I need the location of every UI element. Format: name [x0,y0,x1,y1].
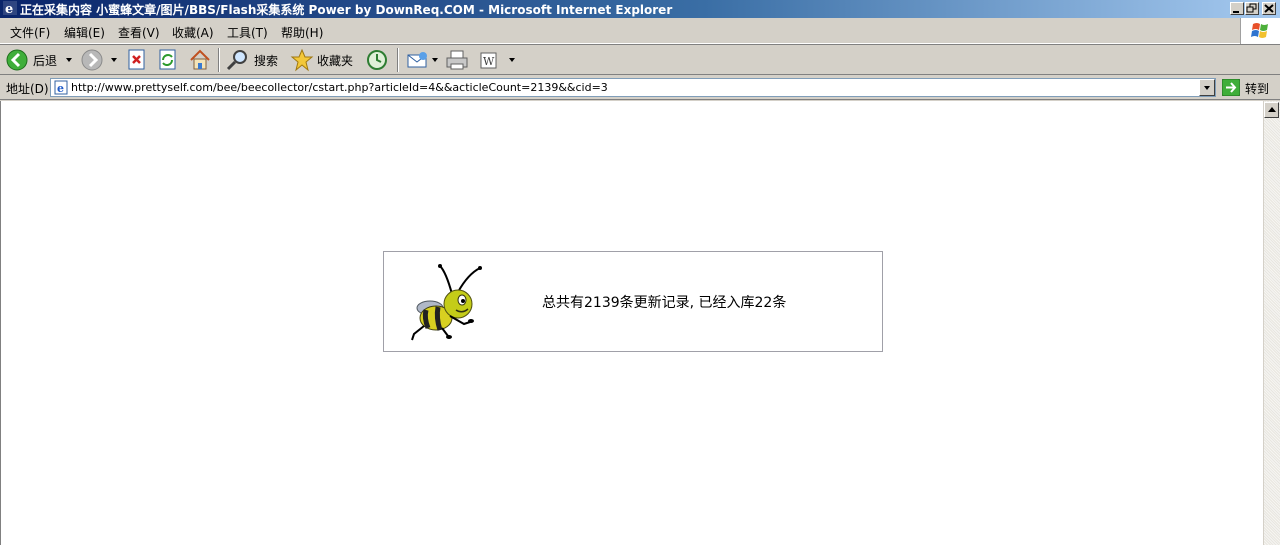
scroll-up-button[interactable] [1264,102,1279,118]
favorites-button[interactable]: 收藏夹 [317,52,353,69]
toolbar-separator [218,48,220,72]
go-button[interactable]: 转到 [1245,80,1269,97]
collection-status-text: 总共有2139条更新记录, 已经入库22条 [542,295,787,311]
forward-dropdown-icon[interactable] [111,58,117,62]
go-arrow-icon[interactable] [1222,79,1240,96]
menu-help[interactable]: 帮助(H) [281,24,323,41]
stop-icon[interactable] [126,48,148,72]
bee-mascot-icon [411,264,482,341]
address-bar: 地址(D) e http://www.prettyself.com/bee/be… [0,76,1280,100]
toolbar: 后退 搜索 收藏夹 W [0,44,1280,75]
vertical-scrollbar[interactable] [1263,101,1280,545]
minimize-button[interactable] [1230,2,1244,15]
windows-logo [1240,18,1280,44]
back-icon[interactable] [5,48,29,72]
svg-text:W: W [483,55,495,68]
menu-favorites[interactable]: 收藏(A) [172,24,214,41]
mail-dropdown-icon[interactable] [432,58,438,62]
menu-view[interactable]: 查看(V) [118,24,160,41]
restore-button[interactable] [1245,2,1259,15]
edit-dropdown-icon[interactable] [509,58,515,62]
search-icon[interactable] [225,48,251,72]
mail-icon[interactable] [405,48,431,72]
address-url: http://www.prettyself.com/bee/beecollect… [71,81,608,94]
favorites-star-icon[interactable] [289,48,315,72]
minimize-icon [1233,11,1239,13]
close-icon [1264,4,1274,13]
refresh-icon[interactable] [157,48,179,72]
forward-icon[interactable] [80,48,104,72]
history-icon[interactable] [364,48,390,72]
close-button[interactable] [1262,2,1276,15]
windows-flag-icon [1251,23,1268,38]
menu-bar: 文件(F) 编辑(E) 查看(V) 收藏(A) 工具(T) 帮助(H) [0,18,1280,44]
search-button[interactable]: 搜索 [254,52,278,69]
svg-text:e: e [5,2,13,15]
address-input[interactable]: e http://www.prettyself.com/bee/beecolle… [50,78,1216,97]
toolbar-separator [397,48,399,72]
page-content: 总共有2139条更新记录, 已经入库22条 [0,101,1280,545]
home-icon[interactable] [188,48,212,72]
edit-word-icon[interactable]: W [478,48,500,72]
menu-edit[interactable]: 编辑(E) [64,24,105,41]
address-label: 地址(D) [6,82,49,96]
status-panel: 总共有2139条更新记录, 已经入库22条 [383,251,883,352]
back-dropdown-icon[interactable] [66,58,72,62]
menu-file[interactable]: 文件(F) [10,24,50,41]
ie-icon: e [3,1,17,15]
page-icon: e [54,80,68,95]
svg-text:e: e [57,82,64,95]
title-bar[interactable]: e 正在采集内容 小蜜蜂文章/图片/BBS/Flash采集系统 Power by… [0,0,1280,18]
print-icon[interactable] [444,48,470,72]
back-button[interactable]: 后退 [33,52,57,69]
window-title: 正在采集内容 小蜜蜂文章/图片/BBS/Flash采集系统 Power by D… [20,3,673,17]
address-dropdown-button[interactable] [1199,79,1215,96]
menu-tools[interactable]: 工具(T) [227,24,268,41]
restore-icon [1246,3,1257,13]
